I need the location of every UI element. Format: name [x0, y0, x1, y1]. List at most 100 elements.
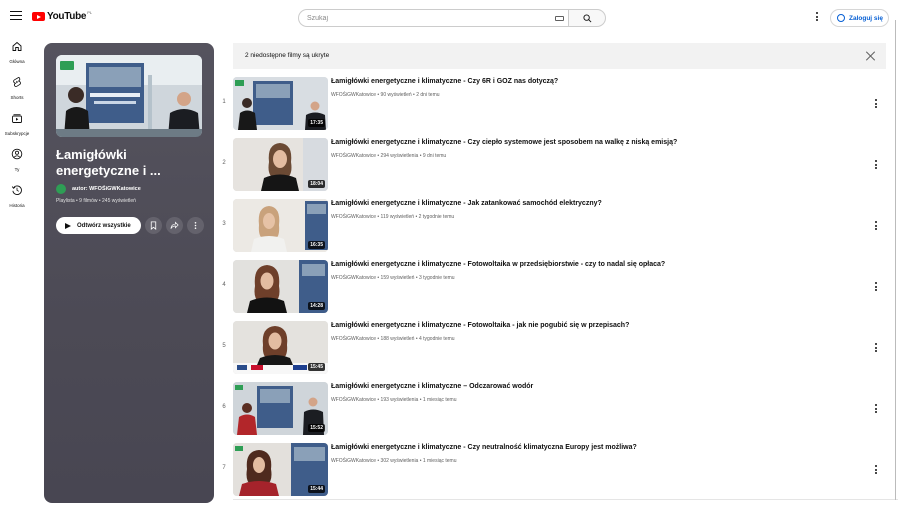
share-button[interactable]	[166, 217, 183, 234]
keyboard-icon[interactable]	[555, 16, 564, 21]
video-meta: WFOŚiGWKatowice • 159 wyświetleń • 3 tyg…	[331, 275, 455, 281]
shorts-icon	[13, 77, 21, 87]
video-index: 1	[222, 99, 226, 105]
bookmark-icon	[150, 221, 157, 230]
video-meta: WFOŚiGWKatowice • 193 wyświetlenia • 1 m…	[331, 397, 457, 403]
video-title[interactable]: Łamigłówki energetyczne i klimatyczne - …	[331, 444, 851, 451]
video-title[interactable]: Łamigłówki energetyczne i klimatyczne - …	[331, 200, 851, 207]
logo-region: PL	[87, 10, 93, 15]
playlist-thumbnail-image	[56, 55, 202, 137]
sidebar-item-you[interactable]: Ty	[0, 144, 34, 180]
video-index: 2	[222, 160, 226, 166]
sidebar-item-shorts[interactable]: Shorts	[0, 72, 34, 108]
search-button[interactable]	[568, 9, 606, 27]
list-item[interactable]: 5 15:45 Łamigłówki energetyczne i klimat…	[220, 321, 886, 379]
signin-label: Zaloguj się	[849, 14, 883, 22]
video-title[interactable]: Łamigłówki energetyczne i klimatyczne - …	[331, 139, 851, 146]
scrollbar[interactable]	[895, 20, 896, 500]
video-duration: 14:28	[308, 302, 325, 310]
video-meta: WFOŚiGWKatowice • 294 wyświetlenia • 9 d…	[331, 153, 447, 159]
video-meta: WFOŚiGWKatowice • 188 wyświetleń • 4 tyg…	[331, 336, 455, 342]
video-meta: WFOŚiGWKatowice • 302 wyświetlenia • 1 m…	[331, 458, 457, 464]
playlist-title: Łamigłówki energetyczne i ...	[56, 147, 161, 178]
video-thumbnail[interactable]: 15:45	[233, 321, 328, 374]
play-icon	[65, 222, 71, 229]
more-vert-icon	[194, 221, 197, 230]
video-duration: 15:45	[308, 363, 325, 371]
play-all-label: Odtwórz wszystkie	[77, 222, 131, 229]
you-icon	[11, 148, 23, 160]
video-title[interactable]: Łamigłówki energetyczne i klimatyczne - …	[331, 261, 851, 268]
account-icon	[837, 14, 845, 22]
video-meta: WFOŚiGWKatowice • 119 wyświetleń • 2 tyg…	[331, 214, 455, 220]
subscriptions-icon	[12, 114, 22, 123]
hidden-videos-notice: 2 niedostępne filmy są ukryte	[233, 43, 886, 69]
home-icon	[12, 41, 22, 51]
search-box	[298, 9, 568, 27]
save-playlist-button[interactable]	[145, 217, 162, 234]
left-nav: Główna Shorts Subskrypcje Ty Historia	[0, 36, 34, 216]
list-item[interactable]: 4 14:28 Łamigłówki energetyczne i klimat…	[220, 260, 886, 318]
settings-more-icon[interactable]	[814, 12, 820, 24]
more-vert-icon[interactable]	[873, 465, 879, 477]
video-index: 4	[222, 282, 226, 288]
list-item[interactable]: 2 18:04 Łamigłówki energetyczne i klimat…	[220, 138, 886, 196]
history-icon	[11, 185, 22, 195]
video-title[interactable]: Łamigłówki energetyczne i klimatyczne – …	[331, 383, 851, 390]
video-thumbnail[interactable]: 15:52	[233, 382, 328, 435]
playlist-meta: Playlista • 9 filmów • 245 wyświetleń	[56, 198, 136, 204]
video-thumbnail[interactable]: 17:35	[233, 77, 328, 130]
search-input[interactable]	[307, 14, 547, 22]
sidebar-item-label: Historia	[9, 203, 25, 208]
playlist-panel: Łamigłówki energetyczne i ... autor: WFO…	[44, 43, 214, 503]
playlist-more-button[interactable]	[187, 217, 204, 234]
play-all-button[interactable]: Odtwórz wszystkie	[56, 217, 141, 234]
video-title[interactable]: Łamigłówki energetyczne i klimatyczne - …	[331, 322, 851, 329]
youtube-logo[interactable]: YouTube PL	[32, 10, 93, 22]
notice-text: 2 niedostępne filmy są ukryte	[245, 52, 330, 59]
video-meta: WFOŚiGWKatowice • 90 wyświetleń • 2 dni …	[331, 92, 440, 98]
more-vert-icon[interactable]	[873, 282, 879, 294]
search-icon	[583, 14, 592, 23]
video-thumbnail[interactable]: 18:04	[233, 138, 328, 191]
video-duration: 18:04	[308, 180, 325, 188]
list-item[interactable]: 6 15:52 Łamigłówki energetyczne i klimat…	[220, 382, 886, 440]
sidebar-item-label: Subskrypcje	[4, 131, 30, 136]
sidebar-item-subscriptions[interactable]: Subskrypcje	[0, 108, 34, 144]
playlist-thumbnail[interactable]	[56, 55, 202, 137]
youtube-play-icon	[32, 12, 45, 21]
video-thumbnail[interactable]: 15:44	[233, 443, 328, 496]
video-duration: 17:35	[308, 119, 325, 127]
list-item[interactable]: 3 16:35 Łamigłówki energetyczne i klimat…	[220, 199, 886, 257]
share-icon	[170, 221, 179, 229]
sidebar-item-label: Ty	[14, 167, 20, 172]
more-vert-icon[interactable]	[873, 343, 879, 355]
sidebar-item-label: Shorts	[10, 95, 24, 100]
list-item[interactable]: 7 15:44 Łamigłówki energetyczne i klimat…	[220, 443, 886, 501]
close-icon[interactable]	[865, 50, 877, 62]
logo-text: YouTube	[47, 11, 87, 22]
list-item[interactable]: 1 17:35 Łamigłówki energetyczne i klimat…	[220, 77, 886, 135]
more-vert-icon[interactable]	[873, 160, 879, 172]
menu-icon[interactable]	[10, 11, 22, 23]
divider	[233, 499, 898, 500]
video-index: 6	[222, 404, 226, 410]
more-vert-icon[interactable]	[873, 404, 879, 416]
video-duration: 15:52	[308, 424, 325, 432]
more-vert-icon[interactable]	[873, 99, 879, 111]
playlist-author[interactable]: autor: WFOŚiGWKatowice	[56, 184, 141, 194]
video-index: 5	[222, 343, 226, 349]
video-index: 7	[222, 465, 226, 471]
author-label: autor: WFOŚiGWKatowice	[72, 186, 141, 192]
video-index: 3	[222, 221, 226, 227]
more-vert-icon[interactable]	[873, 221, 879, 233]
video-title[interactable]: Łamigłówki energetyczne i klimatyczne - …	[331, 78, 851, 85]
video-thumbnail[interactable]: 14:28	[233, 260, 328, 313]
sidebar-item-label: Główna	[9, 59, 25, 64]
sidebar-item-history[interactable]: Historia	[0, 180, 34, 216]
signin-button[interactable]: Zaloguj się	[830, 9, 889, 27]
top-bar: YouTube PL Zaloguj się	[0, 0, 898, 36]
video-duration: 16:35	[308, 241, 325, 249]
video-thumbnail[interactable]: 16:35	[233, 199, 328, 252]
sidebar-item-home[interactable]: Główna	[0, 36, 34, 72]
